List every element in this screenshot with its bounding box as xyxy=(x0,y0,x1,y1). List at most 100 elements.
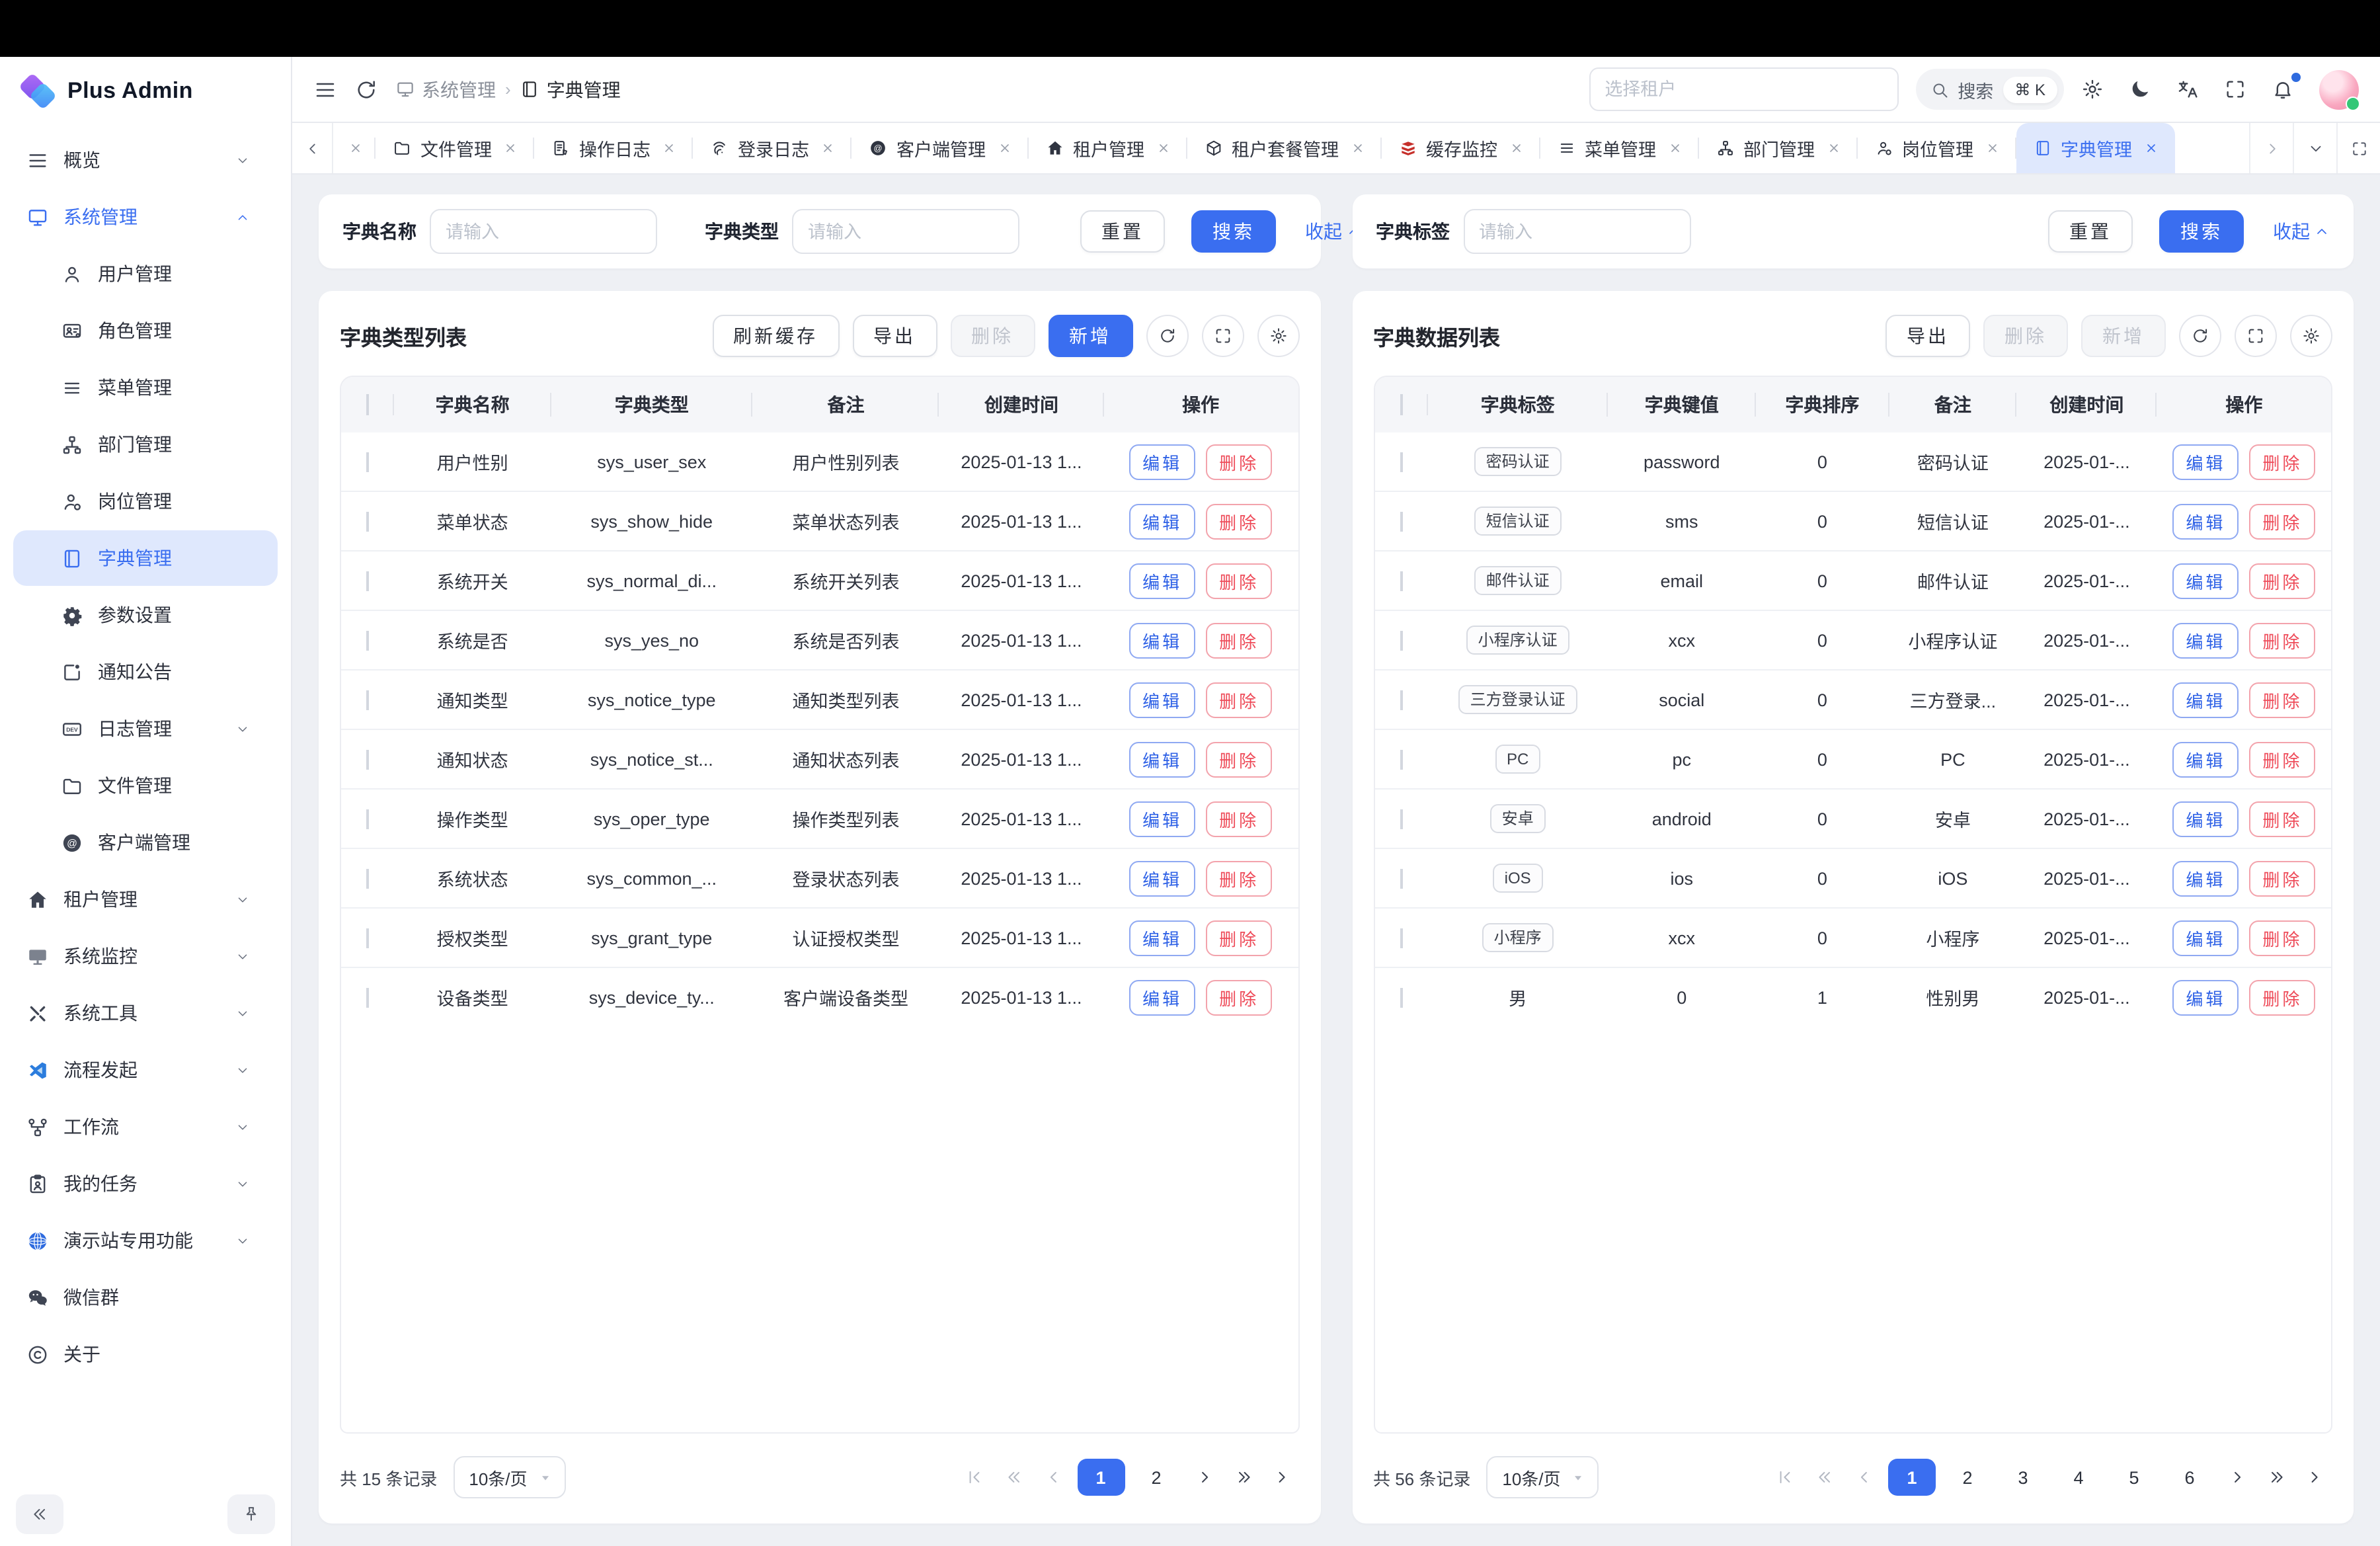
table-refresh-button[interactable] xyxy=(2179,315,2221,357)
filter-input[interactable] xyxy=(792,209,1019,254)
row-checkbox[interactable] xyxy=(366,452,369,471)
breadcrumb-item-system[interactable]: 系统管理 xyxy=(395,76,496,102)
reset-button[interactable]: 重置 xyxy=(2048,210,2133,253)
sidebar-item-微信群[interactable]: 微信群 xyxy=(13,1270,278,1325)
delete-button[interactable]: 删除 xyxy=(1206,444,1272,479)
page-button-4[interactable]: 4 xyxy=(2055,1459,2102,1496)
first-page-button[interactable] xyxy=(1769,1459,1801,1496)
forward-5-pages-button[interactable] xyxy=(2261,1459,2293,1496)
page-button-1[interactable]: 1 xyxy=(1077,1459,1125,1496)
edit-button[interactable]: 编辑 xyxy=(1129,682,1195,717)
edit-button[interactable]: 编辑 xyxy=(2172,860,2239,896)
sidebar-item-字典管理[interactable]: 字典管理 xyxy=(13,530,278,586)
tab-close-icon[interactable] xyxy=(1985,142,1999,155)
edit-button[interactable]: 编辑 xyxy=(1129,563,1195,598)
sidebar-item-概览[interactable]: 概览 xyxy=(13,132,278,188)
previous-page-button[interactable] xyxy=(1037,1459,1069,1496)
delete-button[interactable]: 删除 xyxy=(1206,503,1272,539)
edit-button[interactable]: 编辑 xyxy=(2172,444,2239,479)
content-fullscreen-button[interactable] xyxy=(2336,123,2380,173)
row-checkbox[interactable] xyxy=(366,630,369,650)
collapse-filters-link[interactable]: 收起 xyxy=(2273,218,2330,245)
row-checkbox[interactable] xyxy=(1400,452,1402,471)
sidebar-item-流程发起[interactable]: 流程发起 xyxy=(13,1042,278,1098)
row-checkbox[interactable] xyxy=(1400,571,1402,590)
tab-close-icon[interactable] xyxy=(504,142,517,155)
next-page-button[interactable] xyxy=(1188,1459,1220,1496)
row-checkbox[interactable] xyxy=(366,571,369,590)
row-checkbox[interactable] xyxy=(1400,630,1402,650)
edit-button[interactable]: 编辑 xyxy=(1129,622,1195,658)
delete-button[interactable]: 删除 xyxy=(1206,979,1272,1015)
tab-缓存监控[interactable]: 缓存监控 xyxy=(1381,123,1540,173)
search-button[interactable]: 搜索 xyxy=(2159,210,2244,253)
row-checkbox[interactable] xyxy=(1400,690,1402,710)
sidebar-collapse-button[interactable] xyxy=(16,1494,63,1534)
delete-button[interactable]: 删除 xyxy=(2249,920,2315,956)
edit-button[interactable]: 编辑 xyxy=(2172,741,2239,777)
tab-close-icon[interactable] xyxy=(662,142,676,155)
filter-input[interactable] xyxy=(1463,209,1690,254)
tab-岗位管理[interactable]: 岗位管理 xyxy=(1857,123,2016,173)
sidebar-item-客户端管理[interactable]: @客户端管理 xyxy=(13,815,278,870)
table-gear-button[interactable] xyxy=(2290,315,2332,357)
tenant-select-input[interactable] xyxy=(1589,67,1898,111)
first-page-button[interactable] xyxy=(958,1459,990,1496)
tab-close-icon[interactable] xyxy=(1156,142,1170,155)
forward-5-pages-button[interactable] xyxy=(1228,1459,1259,1496)
tabs-dropdown-button[interactable] xyxy=(2293,123,2336,173)
sidebar-item-演示站专用功能[interactable]: 演示站专用功能 xyxy=(13,1213,278,1268)
sidebar-item-用户管理[interactable]: 用户管理 xyxy=(13,246,278,302)
sidebar-item-文件管理[interactable]: 文件管理 xyxy=(13,758,278,813)
edit-button[interactable]: 编辑 xyxy=(2172,622,2239,658)
edit-button[interactable]: 编辑 xyxy=(2172,920,2239,956)
sidebar-item-参数设置[interactable]: 参数设置 xyxy=(13,587,278,643)
row-checkbox[interactable] xyxy=(1400,987,1402,1007)
tab-close-icon[interactable] xyxy=(1668,142,1681,155)
toolbar-button-刷新缓存[interactable]: 刷新缓存 xyxy=(712,315,839,357)
previous-page-button[interactable] xyxy=(1848,1459,1880,1496)
row-checkbox[interactable] xyxy=(366,511,369,531)
delete-button[interactable]: 删除 xyxy=(2249,622,2315,658)
tab-close-icon[interactable] xyxy=(1827,142,1840,155)
settings-gear-icon[interactable] xyxy=(2081,78,2104,101)
delete-button[interactable]: 删除 xyxy=(1206,682,1272,717)
table-expand-button[interactable] xyxy=(1201,315,1244,357)
search-button[interactable]: 搜索 xyxy=(1191,210,1276,253)
tab-租户管理[interactable]: 租户管理 xyxy=(1028,123,1187,173)
delete-button[interactable]: 删除 xyxy=(2249,860,2315,896)
page-button-1[interactable]: 1 xyxy=(1888,1459,1936,1496)
edit-button[interactable]: 编辑 xyxy=(2172,682,2239,717)
edit-button[interactable]: 编辑 xyxy=(1129,979,1195,1015)
page-button-3[interactable]: 3 xyxy=(1999,1459,2047,1496)
tab-字典管理[interactable]: 字典管理 xyxy=(2016,123,2174,173)
avatar[interactable] xyxy=(2319,69,2359,109)
tab-菜单管理[interactable]: 菜单管理 xyxy=(1540,123,1698,173)
tab-close-icon[interactable] xyxy=(821,142,834,155)
sidebar-pin-button[interactable] xyxy=(227,1494,275,1534)
sidebar-item-工作流[interactable]: 工作流 xyxy=(13,1099,278,1155)
hamburger-menu-icon[interactable] xyxy=(313,77,337,101)
delete-button[interactable]: 删除 xyxy=(1206,563,1272,598)
row-checkbox[interactable] xyxy=(366,749,369,769)
select-all-checkbox[interactable] xyxy=(1400,394,1402,415)
tab-部门管理[interactable]: 部门管理 xyxy=(1698,123,1857,173)
edit-button[interactable]: 编辑 xyxy=(2172,563,2239,598)
sidebar-item-系统工具[interactable]: 系统工具 xyxy=(13,985,278,1041)
sidebar-item-通知公告[interactable]: 通知公告 xyxy=(13,644,278,700)
page-button-5[interactable]: 5 xyxy=(2110,1459,2158,1496)
sidebar-item-租户管理[interactable]: 租户管理 xyxy=(13,872,278,927)
delete-button[interactable]: 删除 xyxy=(1206,801,1272,836)
sidebar-item-菜单管理[interactable]: 菜单管理 xyxy=(13,360,278,415)
page-button-2[interactable]: 2 xyxy=(1944,1459,1991,1496)
tab-close-icon[interactable] xyxy=(349,142,362,155)
table-expand-button[interactable] xyxy=(2235,315,2277,357)
tab-close-icon[interactable] xyxy=(998,142,1011,155)
dark-mode-moon-icon[interactable] xyxy=(2129,78,2151,101)
delete-button[interactable]: 删除 xyxy=(1206,920,1272,956)
tabs-scroll-left-button[interactable] xyxy=(292,123,333,173)
delete-button[interactable]: 删除 xyxy=(1206,741,1272,777)
row-checkbox[interactable] xyxy=(366,690,369,710)
tab-登录日志[interactable]: 登录日志 xyxy=(693,123,852,173)
row-checkbox[interactable] xyxy=(1400,511,1402,531)
